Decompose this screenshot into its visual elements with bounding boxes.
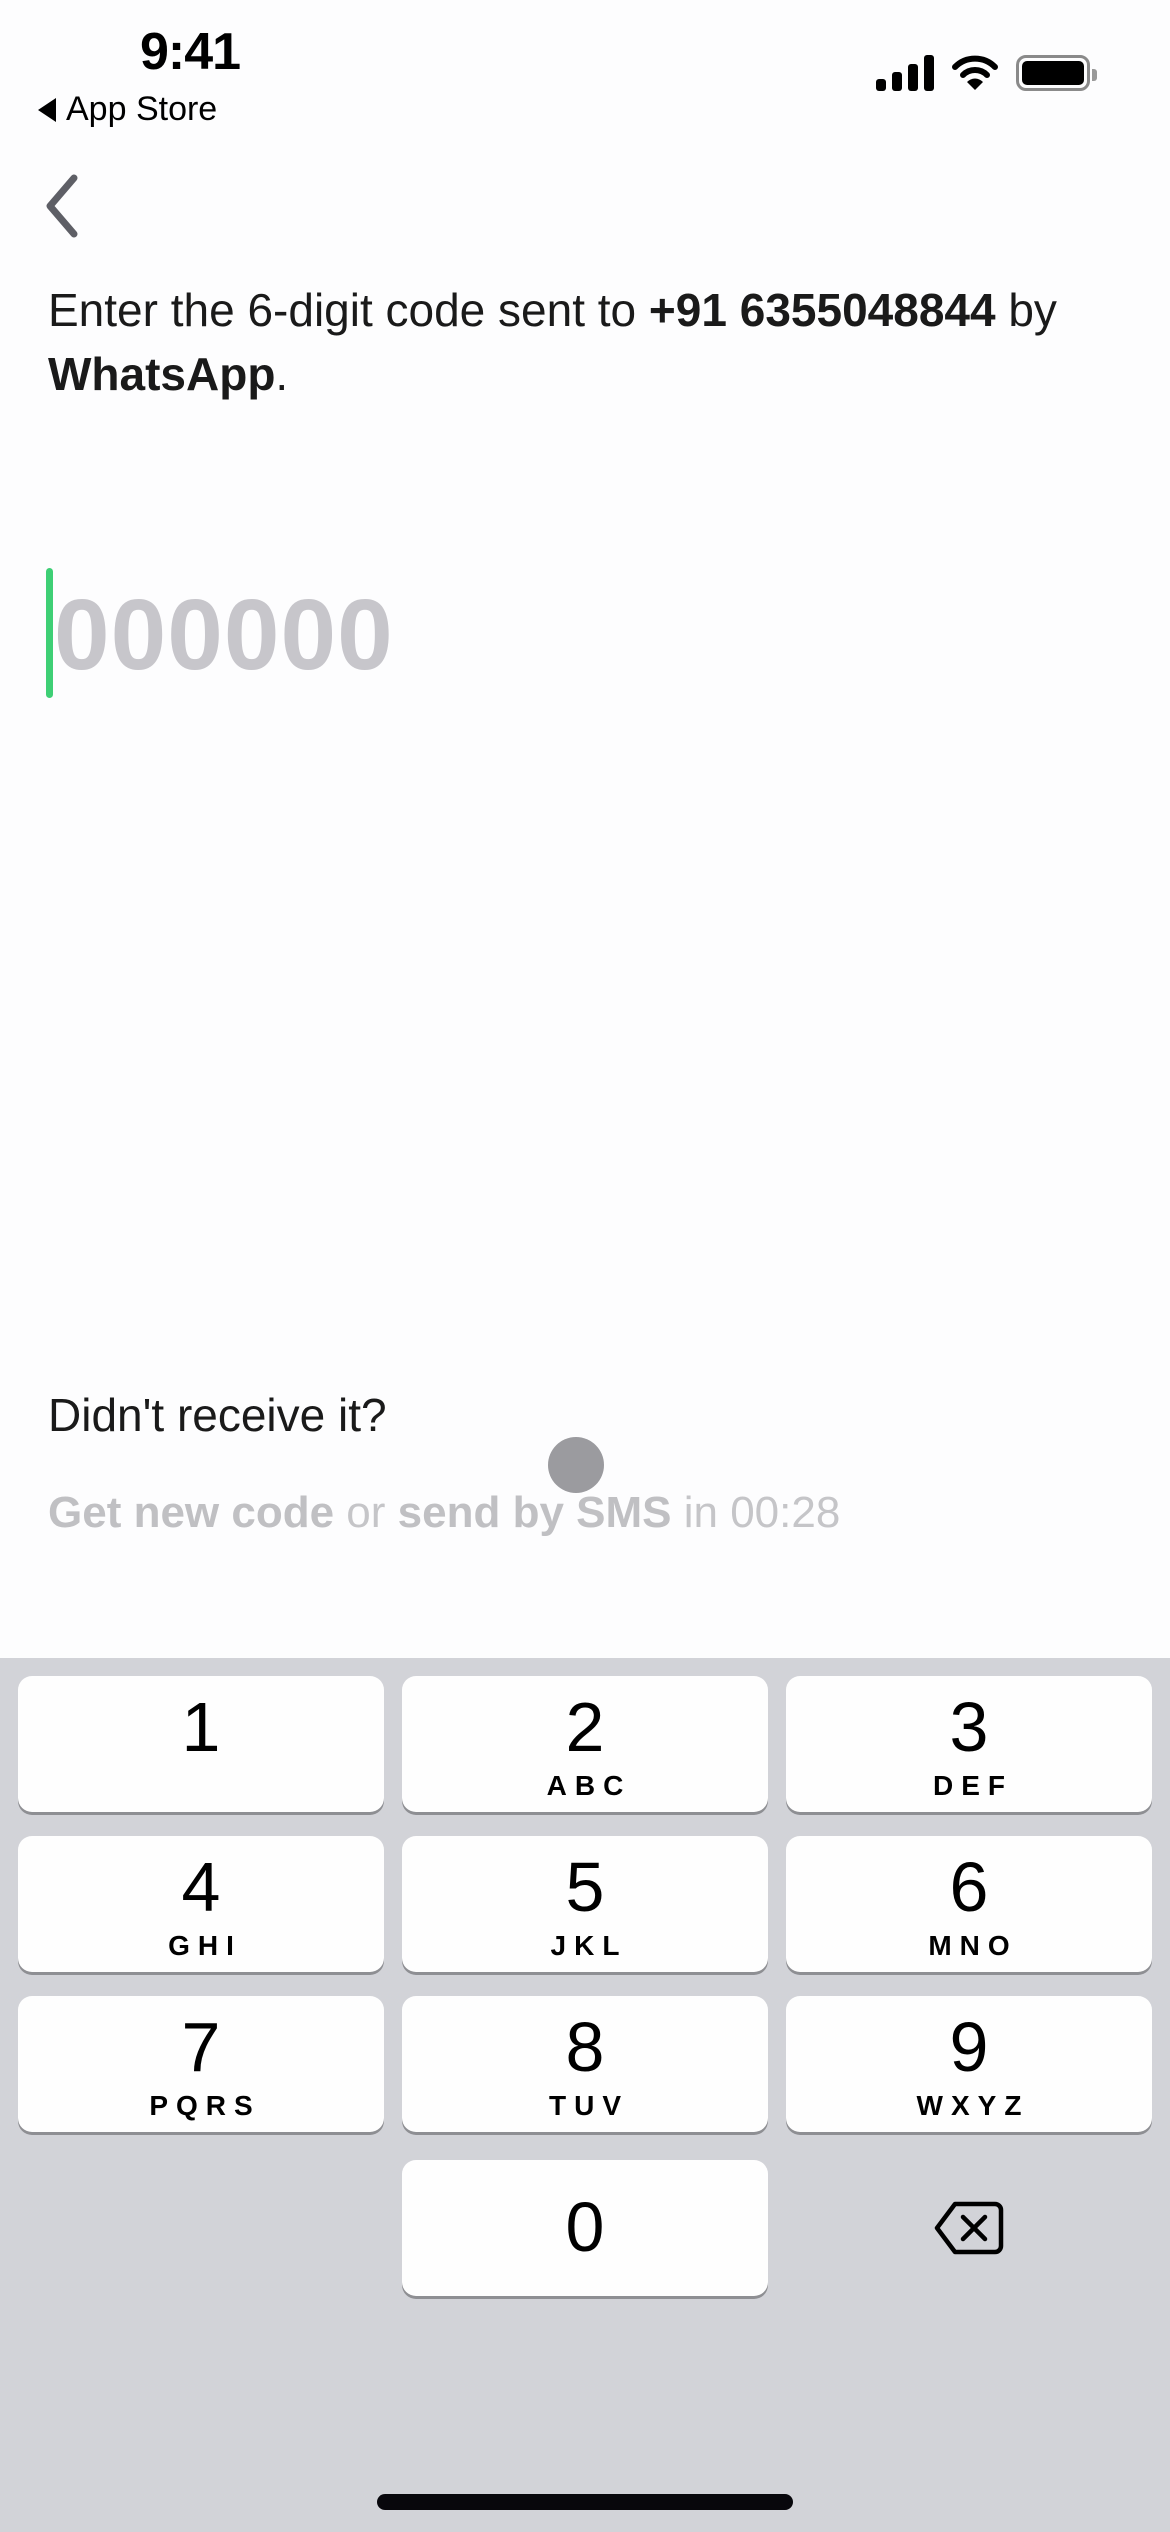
back-to-app-store-link[interactable]: App Store: [38, 90, 217, 129]
key-letters: MNO: [928, 1930, 1018, 1961]
home-indicator[interactable]: [377, 2494, 793, 2510]
status-time: 9:41: [140, 23, 241, 81]
status-icons: [876, 55, 1097, 91]
key-digit: 2: [565, 1688, 605, 1766]
key-letters: PQRS: [149, 2090, 261, 2121]
key-digit: 9: [949, 2008, 989, 2086]
key-9[interactable]: 9 WXYZ: [786, 1996, 1152, 2132]
key-letters: JKL: [550, 1930, 628, 1961]
key-letters: ABC: [546, 1770, 632, 1801]
verification-code-input[interactable]: 000000: [46, 560, 646, 700]
instruction-text: Enter the 6-digit code sent to +91 63550…: [48, 278, 1138, 406]
battery-icon: [1016, 55, 1097, 91]
key-digit: 5: [565, 1848, 605, 1926]
wifi-icon: [952, 55, 998, 90]
code-placeholder: 000000: [54, 579, 394, 691]
key-letters: TUV: [549, 2090, 629, 2121]
instruction-suffix: .: [275, 348, 289, 400]
resend-in: in: [671, 1488, 731, 1537]
key-8[interactable]: 8 TUV: [402, 1996, 768, 2132]
chevron-left-icon: [46, 174, 78, 238]
resend-options: Get new code or send by SMS in 00:28: [48, 1488, 840, 1538]
key-4[interactable]: 4 GHI: [18, 1836, 384, 1972]
delete-key[interactable]: [786, 2160, 1152, 2296]
didnt-receive-label: Didn't receive it?: [48, 1389, 387, 1441]
key-digit: 4: [181, 1848, 221, 1926]
get-new-code-link[interactable]: Get new code: [48, 1488, 334, 1537]
back-triangle-icon: [38, 97, 56, 122]
key-3[interactable]: 3 DEF: [786, 1676, 1152, 1812]
key-letters: GHI: [168, 1930, 242, 1961]
key-digit: 1: [181, 1688, 221, 1766]
resend-or: or: [334, 1488, 398, 1537]
key-6[interactable]: 6 MNO: [786, 1836, 1152, 1972]
key-1[interactable]: 1: [18, 1676, 384, 1812]
touch-indicator: [548, 1437, 604, 1493]
phone-number: +91 6355048844: [648, 284, 996, 336]
key-5[interactable]: 5 JKL: [402, 1836, 768, 1972]
key-2[interactable]: 2 ABC: [402, 1676, 768, 1812]
send-by-sms-link[interactable]: send by SMS: [398, 1488, 672, 1537]
cellular-signal-icon: [876, 55, 934, 91]
resend-countdown: 00:28: [730, 1488, 841, 1537]
delivery-channel: WhatsApp: [48, 348, 276, 400]
key-digit: 7: [181, 2008, 221, 2086]
back-to-app-label: App Store: [66, 90, 218, 128]
instruction-middle: by: [995, 284, 1057, 336]
backspace-icon: [934, 2201, 1004, 2255]
key-letters: DEF: [933, 1770, 1013, 1801]
back-button[interactable]: [40, 170, 100, 240]
key-digit: 0: [565, 2188, 605, 2266]
key-digit: 3: [949, 1688, 989, 1766]
numeric-keypad: 1 2 ABC 3 DEF 4 GHI 5 JKL 6 MNO 7 PQRS 8 TUV 9 W…: [0, 1658, 1170, 2532]
key-letters: WXYZ: [916, 2090, 1030, 2121]
key-7[interactable]: 7 PQRS: [18, 1996, 384, 2132]
key-digit: 6: [949, 1848, 989, 1926]
text-caret: [46, 568, 53, 698]
key-digit: 8: [565, 2008, 605, 2086]
key-0[interactable]: 0: [402, 2160, 768, 2296]
instruction-prefix: Enter the 6-digit code sent to: [48, 284, 649, 336]
